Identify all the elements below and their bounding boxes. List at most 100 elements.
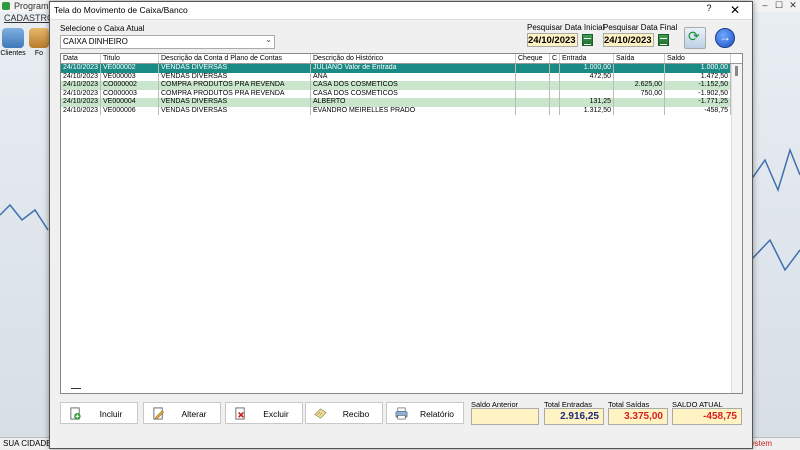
saldo-anterior-value bbox=[471, 408, 539, 425]
cell-c bbox=[550, 98, 560, 107]
cell-titulo: VE000002 bbox=[101, 64, 159, 73]
toolbar-fornecedores[interactable]: Fo bbox=[28, 26, 50, 57]
cell-data: 24/10/2023 bbox=[61, 98, 101, 107]
cell-conta: VENDAS DIVERSAS bbox=[159, 98, 311, 107]
refresh-button[interactable] bbox=[684, 27, 706, 49]
add-document-icon bbox=[70, 407, 81, 420]
toolbar-clientes[interactable]: Clientes bbox=[0, 26, 26, 57]
cell-saida bbox=[614, 106, 665, 115]
close-button[interactable]: ✕ bbox=[724, 2, 746, 18]
date-end-field[interactable]: 24/10/2023 bbox=[603, 33, 654, 47]
table-row[interactable]: 24/10/2023 VE000006 VENDAS DIVERSAS EVANDRO… bbox=[61, 106, 731, 115]
cell-c bbox=[550, 81, 560, 90]
cell-conta: VENDAS DIVERSAS bbox=[159, 106, 311, 115]
recibo-button[interactable]: Recibo bbox=[305, 402, 383, 424]
cell-entrada bbox=[560, 81, 614, 90]
scroll-thumb[interactable] bbox=[735, 66, 738, 76]
cell-saldo: -1.152,50 bbox=[665, 81, 731, 90]
cell-titulo: CO000003 bbox=[101, 89, 159, 98]
cell-entrada: 131,25 bbox=[560, 98, 614, 107]
relatorio-button[interactable]: Relatório bbox=[386, 402, 464, 424]
cell-data: 24/10/2023 bbox=[61, 81, 101, 90]
background-close-button[interactable]: ✕ bbox=[786, 0, 800, 11]
toolbar-fornecedores-label: Fo bbox=[34, 50, 44, 57]
arrow-right-icon[interactable]: → bbox=[715, 28, 735, 48]
cell-saldo: 1.000,00 bbox=[665, 64, 731, 73]
cell-saldo: 1.472,50 bbox=[665, 72, 731, 81]
cell-titulo: VE000004 bbox=[101, 98, 159, 107]
cell-c bbox=[550, 89, 560, 98]
background-window-controls: – ☐ ✕ bbox=[758, 0, 800, 11]
cell-cheque bbox=[516, 106, 550, 115]
cell-titulo: VE000006 bbox=[101, 106, 159, 115]
cell-historico: JULIANO Valor de Entrada bbox=[311, 64, 516, 73]
incluir-label: Incluir bbox=[99, 409, 123, 419]
cell-data: 24/10/2023 bbox=[61, 72, 101, 81]
total-entradas-value: 2.916,25 bbox=[544, 408, 604, 425]
background-toolbar: Clientes Fo bbox=[0, 26, 50, 62]
date-end-label: Pesquisar Data Final bbox=[603, 23, 678, 32]
receipt-icon bbox=[314, 408, 327, 419]
col-titulo[interactable]: Titulo bbox=[101, 54, 159, 63]
grid-horizontal-mark bbox=[71, 388, 81, 389]
cell-saldo: -1.902,50 bbox=[665, 89, 731, 98]
cell-data: 24/10/2023 bbox=[61, 64, 101, 73]
col-c[interactable]: C bbox=[550, 54, 560, 63]
alterar-button[interactable]: Alterar bbox=[143, 402, 221, 424]
alterar-label: Alterar bbox=[181, 409, 207, 419]
cell-saldo: -458,75 bbox=[665, 106, 731, 115]
excluir-label: Excluir bbox=[263, 409, 289, 419]
cell-conta: VENDAS DIVERSAS bbox=[159, 72, 311, 81]
app-logo-icon bbox=[2, 2, 10, 10]
movements-grid[interactable]: Data Titulo Descrição da Conta d Plano d… bbox=[60, 53, 743, 394]
delete-icon bbox=[235, 407, 245, 420]
calendar-end-icon[interactable] bbox=[658, 34, 669, 46]
printer-icon bbox=[395, 407, 408, 420]
cash-movement-dialog: Tela do Movimento de Caixa/Banco ? ✕ Sel… bbox=[49, 1, 753, 449]
cell-saida bbox=[614, 72, 665, 81]
cell-saida: 2.625,00 bbox=[614, 81, 665, 90]
col-conta[interactable]: Descrição da Conta d Plano de Contas bbox=[159, 54, 311, 63]
table-row[interactable]: 24/10/2023 CO000003 COMPRA PRODUTOS PRA RE… bbox=[61, 89, 731, 98]
grid-vertical-scrollbar[interactable] bbox=[731, 64, 742, 393]
col-saida[interactable]: Saída bbox=[614, 54, 665, 63]
cell-data: 24/10/2023 bbox=[61, 89, 101, 98]
col-cheque[interactable]: Cheque bbox=[516, 54, 550, 63]
dialog-title: Tela do Movimento de Caixa/Banco bbox=[54, 5, 188, 15]
table-row[interactable]: 24/10/2023 VE000002 VENDAS DIVERSAS JULIANO… bbox=[61, 64, 731, 73]
col-saldo[interactable]: Saldo bbox=[665, 54, 731, 63]
col-historico[interactable]: Descrição do Histórico bbox=[311, 54, 516, 63]
cell-c bbox=[550, 64, 560, 73]
minimize-button[interactable]: – bbox=[758, 0, 772, 10]
cash-select-value: CAIXA DINHEIRO bbox=[63, 37, 128, 46]
cash-select[interactable]: CAIXA DINHEIRO ⌄ bbox=[60, 35, 275, 49]
date-start-label: Pesquisar Data Inicial bbox=[527, 23, 605, 32]
cell-saldo: -1.771,25 bbox=[665, 98, 731, 107]
col-entrada[interactable]: Entrada bbox=[560, 54, 614, 63]
cell-cheque bbox=[516, 98, 550, 107]
table-row[interactable]: 24/10/2023 VE000003 VENDAS DIVERSAS ANA 472,… bbox=[61, 72, 731, 81]
cell-historico: EVANDRO MEIRELLES PRADO bbox=[311, 106, 516, 115]
cell-historico: ANA bbox=[311, 72, 516, 81]
incluir-button[interactable]: Incluir bbox=[60, 402, 138, 424]
background-app-title: Programa bbox=[14, 1, 54, 11]
relatorio-label: Relatório bbox=[419, 409, 455, 419]
cell-c bbox=[550, 106, 560, 115]
maximize-button[interactable]: ☐ bbox=[772, 0, 786, 11]
help-button[interactable]: ? bbox=[700, 3, 718, 17]
table-row[interactable]: 24/10/2023 VE000004 VENDAS DIVERSAS ALBERTO… bbox=[61, 98, 731, 107]
cash-select-label: Selecione o Caixa Atual bbox=[60, 24, 145, 33]
cell-entrada bbox=[560, 89, 614, 98]
table-row[interactable]: 24/10/2023 CO000002 COMPRA PRODUTOS PRA RE… bbox=[61, 81, 731, 90]
excluir-button[interactable]: Excluir bbox=[225, 402, 303, 424]
cell-cheque bbox=[516, 72, 550, 81]
calendar-start-icon[interactable] bbox=[582, 34, 593, 46]
col-data[interactable]: Data bbox=[61, 54, 101, 63]
total-saidas-value: 3.375,00 bbox=[608, 408, 668, 425]
clients-icon bbox=[2, 28, 24, 48]
cell-historico: CASA DOS COSMETICOS bbox=[311, 81, 516, 90]
chevron-down-icon: ⌄ bbox=[265, 35, 272, 44]
date-start-field[interactable]: 24/10/2023 bbox=[527, 33, 578, 47]
cell-cheque bbox=[516, 81, 550, 90]
dialog-titlebar: Tela do Movimento de Caixa/Banco ? ✕ bbox=[50, 2, 752, 20]
